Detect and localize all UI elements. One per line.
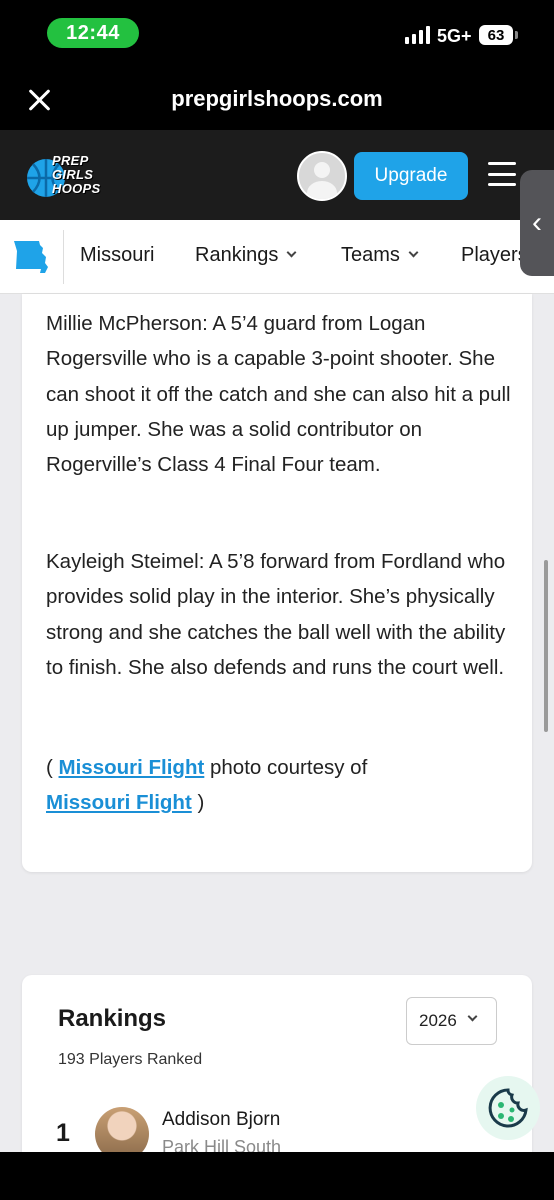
players-ranked-count: 193 Players Ranked: [58, 1051, 203, 1068]
photo-credit: ( Missouri Flight photo courtesy of Misso…: [46, 756, 368, 815]
cookie-settings-button[interactable]: [476, 1076, 540, 1140]
article-paragraph: Millie McPherson: A 5’4 guard from Logan…: [46, 312, 511, 477]
status-time: 12:44: [47, 18, 139, 48]
missouri-flight-link[interactable]: Missouri Flight: [59, 756, 205, 779]
nav-state-missouri[interactable]: Missouri: [80, 244, 154, 267]
upgrade-button[interactable]: Upgrade: [354, 152, 468, 200]
nav-players[interactable]: Players: [461, 244, 528, 267]
scrollbar[interactable]: [544, 560, 548, 732]
rankings-title: Rankings: [58, 1005, 167, 1032]
signal-icon: [405, 26, 430, 44]
home-indicator-bar: [0, 1152, 554, 1200]
missouri-flight-link[interactable]: Missouri Flight: [46, 791, 192, 814]
user-avatar[interactable]: [297, 151, 347, 201]
chevron-down-icon: [408, 247, 419, 258]
article-card: Millie McPherson: A 5’4 guard from Logan…: [22, 294, 532, 872]
year-select[interactable]: 2026: [406, 997, 497, 1045]
state-subnav: Missouri Rankings Teams Players: [0, 220, 554, 294]
network-type: 5G+: [437, 26, 472, 46]
url-display[interactable]: prepgirlshoops.com: [0, 86, 554, 112]
chevron-down-icon: [286, 247, 297, 258]
chevron-down-icon: [467, 1011, 478, 1021]
status-bar: 12:44 5G+ 63: [0, 0, 554, 66]
missouri-state-icon: [14, 241, 48, 273]
divider: [63, 230, 64, 284]
battery-icon: 63: [479, 25, 518, 45]
cookie-icon: [488, 1088, 528, 1128]
article-paragraph: Kayleigh Steimel: A 5’8 forward from For…: [46, 550, 506, 679]
nav-rankings[interactable]: Rankings: [195, 244, 297, 267]
site-logo[interactable]: PREP GIRLS HOOPS: [52, 154, 100, 196]
menu-icon[interactable]: [488, 162, 516, 186]
nav-teams[interactable]: Teams: [341, 244, 419, 267]
player-name[interactable]: Addison Bjorn: [162, 1109, 280, 1131]
side-panel-handle[interactable]: ‹: [520, 170, 554, 276]
rank-number: 1: [56, 1119, 70, 1147]
